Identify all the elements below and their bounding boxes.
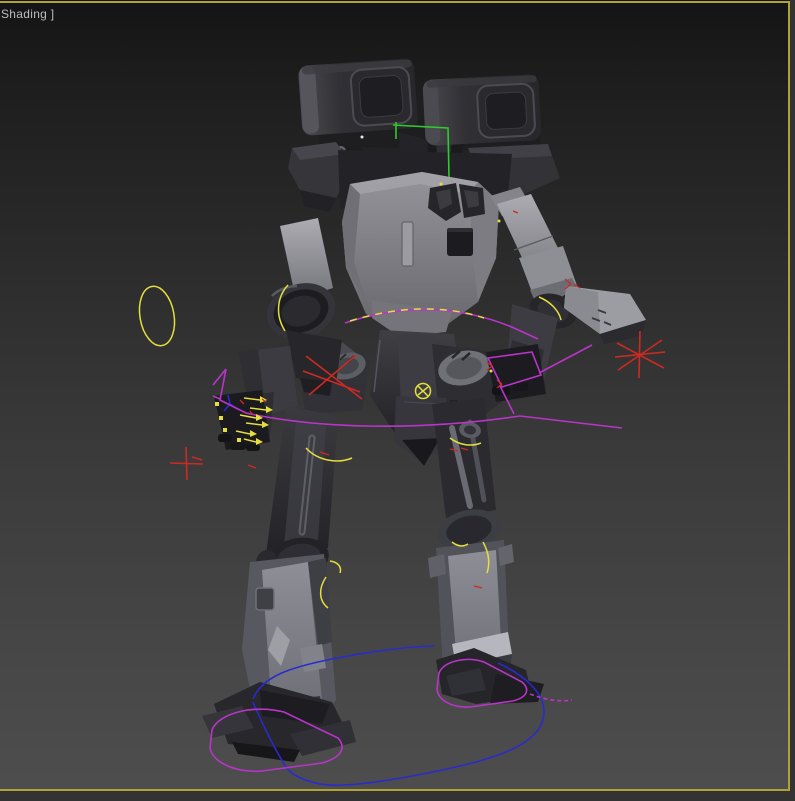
scene-svg (135, 58, 666, 787)
shoulder-pod-left[interactable] (298, 58, 419, 136)
ellipse-control-left[interactable] (135, 284, 179, 349)
outside-viewport-right (790, 0, 795, 801)
outside-viewport-bottom (0, 791, 795, 801)
viewport-3d[interactable]: Shading ] (0, 0, 795, 801)
white-vertex-dot (360, 135, 364, 139)
arm-right[interactable] (486, 187, 646, 402)
viewport-border-top (0, 1, 795, 3)
viewport-shading-label[interactable]: Shading ] (1, 7, 54, 21)
shoulder-pod-right[interactable] (422, 74, 542, 146)
leg-left[interactable] (242, 406, 338, 728)
plus-control-left[interactable] (169, 446, 204, 481)
foot-right[interactable] (436, 648, 544, 704)
chest-port[interactable] (447, 228, 473, 256)
